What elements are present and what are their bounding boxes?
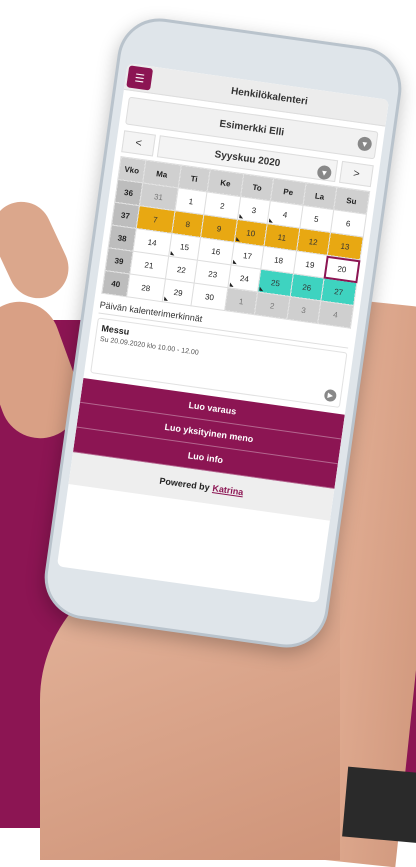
day-cell[interactable]: 2 [254,291,290,320]
header-week: Vko [117,156,146,183]
week-number: 38 [108,224,137,252]
next-month-button[interactable]: > [339,160,374,188]
day-cell[interactable]: 1 [224,287,258,315]
week-number: 37 [111,202,140,229]
footer-prefix: Powered by [158,475,211,493]
person-name: Esimerkki Elli [218,118,285,138]
chevron-down-icon: ▼ [356,135,373,152]
menu-icon[interactable]: ☰ [126,65,154,91]
chevron-right-icon[interactable]: ▶ [323,388,338,403]
calendar-grid: Vko Ma Ti Ke To Pe La Su 36 31 1 2 3 4 5… [101,156,370,329]
week-number: 40 [101,270,130,297]
week-number: 36 [114,179,143,206]
day-cell[interactable]: 4 [317,300,354,329]
day-cell[interactable]: 3 [286,296,321,324]
day-cell[interactable]: 30 [191,283,228,311]
sleeve [342,766,416,844]
brand-link[interactable]: Katrina [212,483,244,497]
day-cell[interactable]: 29 [161,278,195,306]
month-label: Syyskuu 2020 [213,148,282,169]
week-number: 39 [105,247,134,274]
prev-month-button[interactable]: < [121,130,156,157]
day-cell[interactable]: 28 [126,273,165,302]
phone-screen: ☰ Henkilökalenteri Esimerkki Elli ▼ < Sy… [56,63,390,603]
chevron-down-icon: ▼ [316,164,333,181]
